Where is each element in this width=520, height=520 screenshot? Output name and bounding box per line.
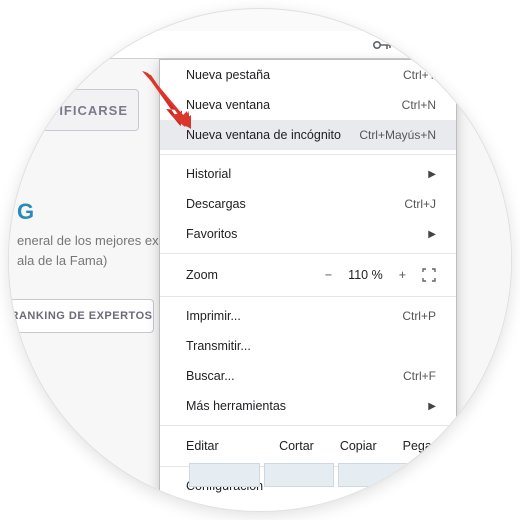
menu-shortcut: Ctrl+N [402,98,436,112]
menu-item-bookmarks[interactable]: Favoritos ▶ [160,219,456,249]
menu-label: Historial [186,167,231,181]
menu-label: Nueva ventana [186,98,270,112]
edit-copy-button[interactable]: Copiar [340,439,377,453]
bottom-content-peek [189,463,409,487]
menu-separator [160,154,456,155]
fullscreen-icon[interactable] [422,268,436,282]
identify-button[interactable]: TIFICARSE [9,89,139,131]
browser-toolbar [9,31,457,59]
page-description: eneral de los mejores ex ala de la Fama) [17,231,167,270]
chevron-right-icon: ▶ [428,401,436,412]
menu-separator [160,253,456,254]
menu-item-downloads[interactable]: Descargas Ctrl+J [160,189,456,219]
menu-label: Descargas [186,197,246,211]
menu-shortcut: Ctrl+Mayús+N [359,128,436,142]
menu-shortcut: Ctrl+J [404,197,436,211]
menu-item-more-tools[interactable]: Más herramientas ▶ [160,391,456,421]
menu-label: Nueva ventana de incógnito [186,128,341,142]
menu-item-cast[interactable]: Transmitir... [160,331,456,361]
menu-item-zoom: Zoom − 110 % + [160,258,456,292]
menu-label: Transmitir... [186,339,251,353]
menu-item-new-window[interactable]: Nueva ventana Ctrl+N [160,90,456,120]
chevron-right-icon: ▶ [428,169,436,180]
menu-item-find[interactable]: Buscar... Ctrl+F [160,361,456,391]
menu-label: Buscar... [186,369,235,383]
menu-item-print[interactable]: Imprimir... Ctrl+P [160,301,456,331]
chevron-right-icon: ▶ [428,511,436,513]
menu-label: Imprimir... [186,309,241,323]
zoom-out-button[interactable]: − [325,268,332,282]
menu-separator [160,296,456,297]
zoom-in-button[interactable]: + [399,268,406,282]
ranking-button[interactable]: RANKING DE EXPERTOS [9,299,154,333]
zoom-icon[interactable] [405,37,421,53]
menu-label: Editar [186,439,219,453]
menu-label: Zoom [186,268,218,282]
menu-label: Nueva pestaña [186,68,270,82]
menu-separator [160,425,456,426]
key-icon[interactable] [373,39,393,51]
menu-item-new-tab[interactable]: Nueva pestaña Ctrl+T [160,60,456,90]
edit-cut-button[interactable]: Cortar [279,439,314,453]
menu-shortcut: Ctrl+T [403,68,436,82]
star-icon[interactable] [433,36,451,54]
zoom-value: 110 % [348,268,383,282]
edit-paste-button[interactable]: Pegar [403,439,436,453]
menu-label: Ayuda [186,509,221,512]
menu-item-incognito[interactable]: Nueva ventana de incógnito Ctrl+Mayús+N [160,120,456,150]
menu-shortcut: Ctrl+P [402,309,436,323]
menu-item-edit: Editar Cortar Copiar Pegar [160,430,456,462]
menu-shortcut: Ctrl+F [403,369,436,383]
menu-item-history[interactable]: Historial ▶ [160,159,456,189]
menu-item-help[interactable]: Ayuda ▶ [160,501,456,512]
menu-label: Favoritos [186,227,237,241]
page-heading: G [17,199,35,225]
chrome-main-menu: Nueva pestaña Ctrl+T Nueva ventana Ctrl+… [159,59,457,512]
menu-label: Más herramientas [186,399,286,413]
chevron-right-icon: ▶ [428,229,436,240]
